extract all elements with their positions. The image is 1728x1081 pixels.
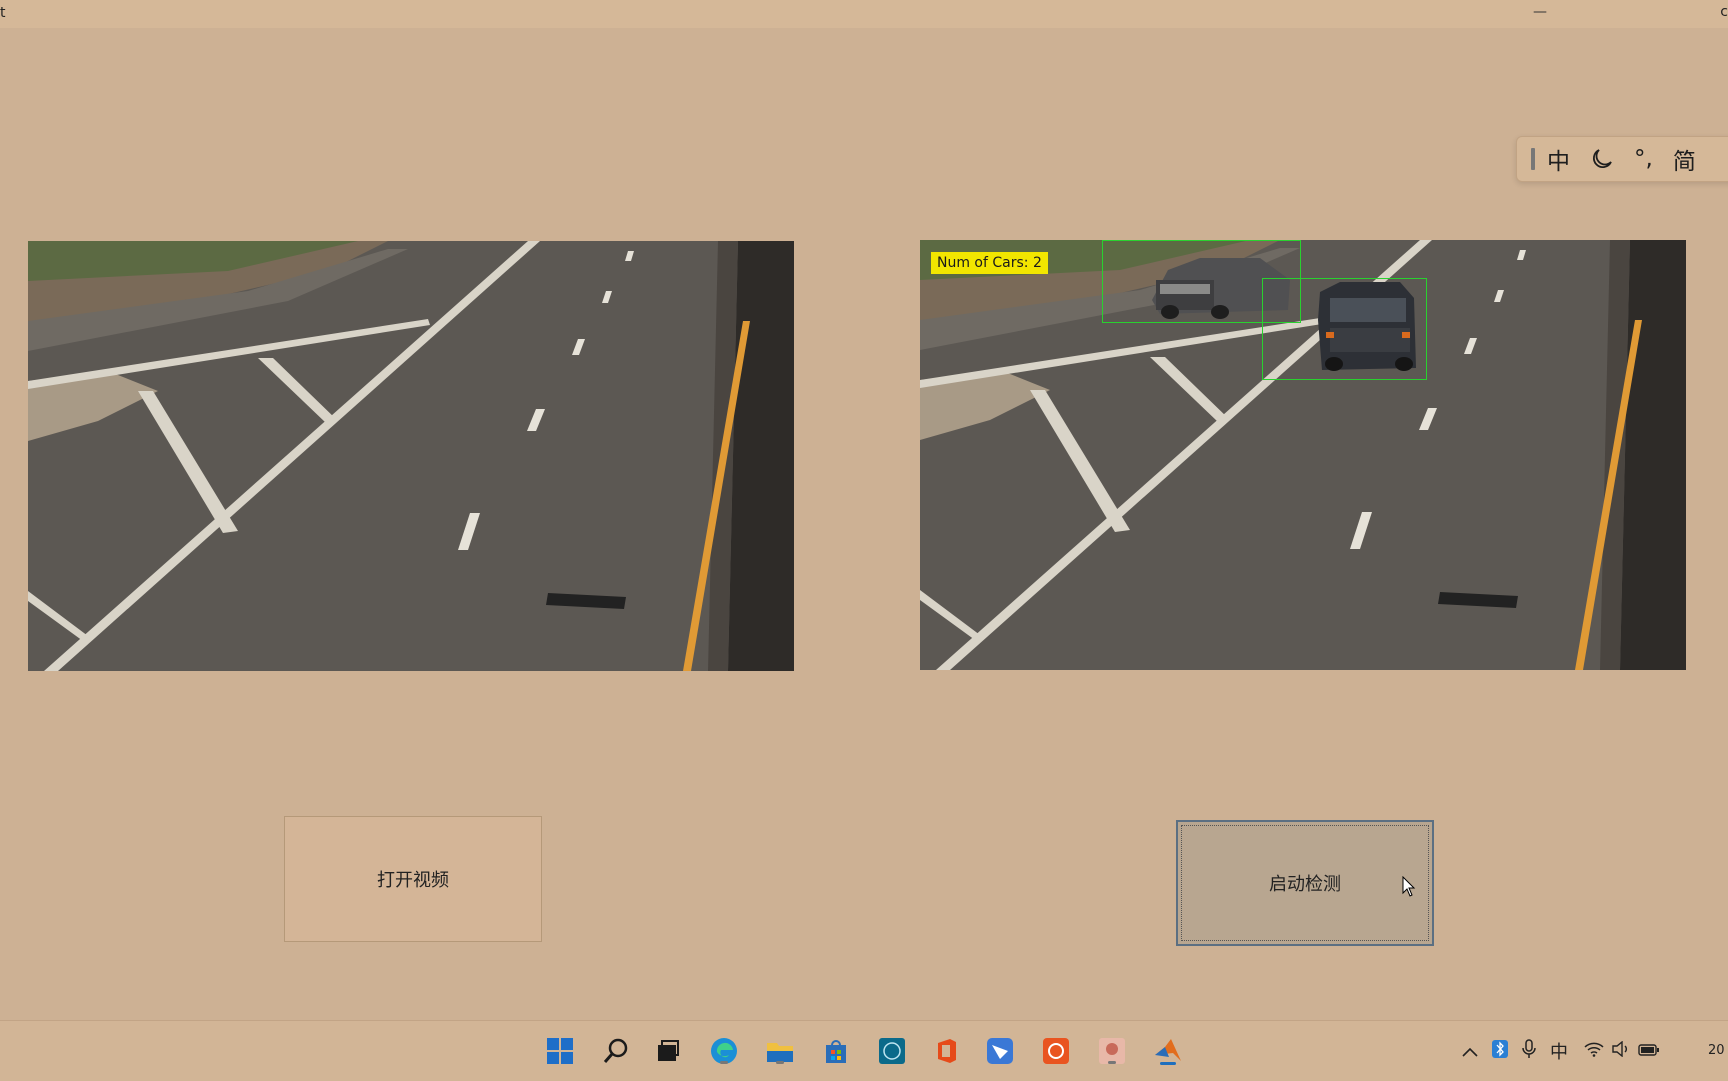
minimize-button[interactable]: — <box>1530 0 1550 28</box>
ime-punctuation-toggle[interactable]: °, <box>1634 146 1653 172</box>
file-explorer-icon[interactable] <box>764 1035 796 1067</box>
office-icon[interactable] <box>930 1035 962 1067</box>
ime-chinese-mode-toggle[interactable]: 中 <box>1547 142 1570 176</box>
start-detection-button[interactable]: 启动检测 <box>1176 820 1434 946</box>
feishu-icon[interactable] <box>984 1035 1016 1067</box>
car-count-label: Num of Cars: 2 <box>931 252 1048 274</box>
dell-icon[interactable] <box>876 1035 908 1067</box>
windows-start-icon[interactable] <box>544 1035 576 1067</box>
taskbar: 中 20 <box>0 1020 1728 1081</box>
task-view-icon[interactable] <box>652 1035 684 1067</box>
window-title-fragment-right: c <box>1720 4 1728 20</box>
moon-icon[interactable] <box>1590 147 1614 171</box>
mouse-cursor-icon <box>1402 876 1416 897</box>
running-indicator <box>720 1061 728 1064</box>
edge-icon[interactable] <box>708 1035 740 1067</box>
running-indicator <box>1108 1061 1116 1064</box>
store-icon[interactable] <box>820 1035 852 1067</box>
image-app-icon[interactable] <box>1096 1035 1128 1067</box>
ime-indicator[interactable]: 中 <box>1550 1038 1568 1064</box>
running-indicator <box>776 1061 784 1064</box>
bluetooth-icon[interactable] <box>1492 1039 1508 1063</box>
car-bounding-box <box>1262 278 1427 380</box>
window-title: t <box>0 5 6 21</box>
volume-icon[interactable] <box>1612 1040 1630 1062</box>
ime-simplified-toggle[interactable]: 简 <box>1673 142 1696 176</box>
open-video-button[interactable]: 打开视频 <box>284 816 542 942</box>
title-bar: t — c <box>0 0 1728 28</box>
matlab-icon[interactable] <box>1152 1035 1184 1067</box>
clock[interactable]: 20 <box>1708 1043 1725 1058</box>
detection-video-frame: Num of Cars: 2 <box>920 240 1686 670</box>
chevron-up-icon[interactable] <box>1462 1041 1478 1062</box>
ubuntu-icon[interactable] <box>1040 1035 1072 1067</box>
battery-icon[interactable] <box>1638 1041 1660 1062</box>
wifi-icon[interactable] <box>1584 1041 1604 1062</box>
ime-drag-handle[interactable] <box>1531 148 1535 170</box>
active-indicator <box>1160 1062 1176 1065</box>
search-icon[interactable] <box>600 1035 632 1067</box>
ime-toolbar: 中 °, 简 <box>1516 136 1728 182</box>
system-tray: 中 <box>1462 1021 1660 1081</box>
original-video-frame <box>28 241 794 671</box>
road-scene-image <box>28 241 794 671</box>
microphone-icon[interactable] <box>1522 1038 1536 1064</box>
